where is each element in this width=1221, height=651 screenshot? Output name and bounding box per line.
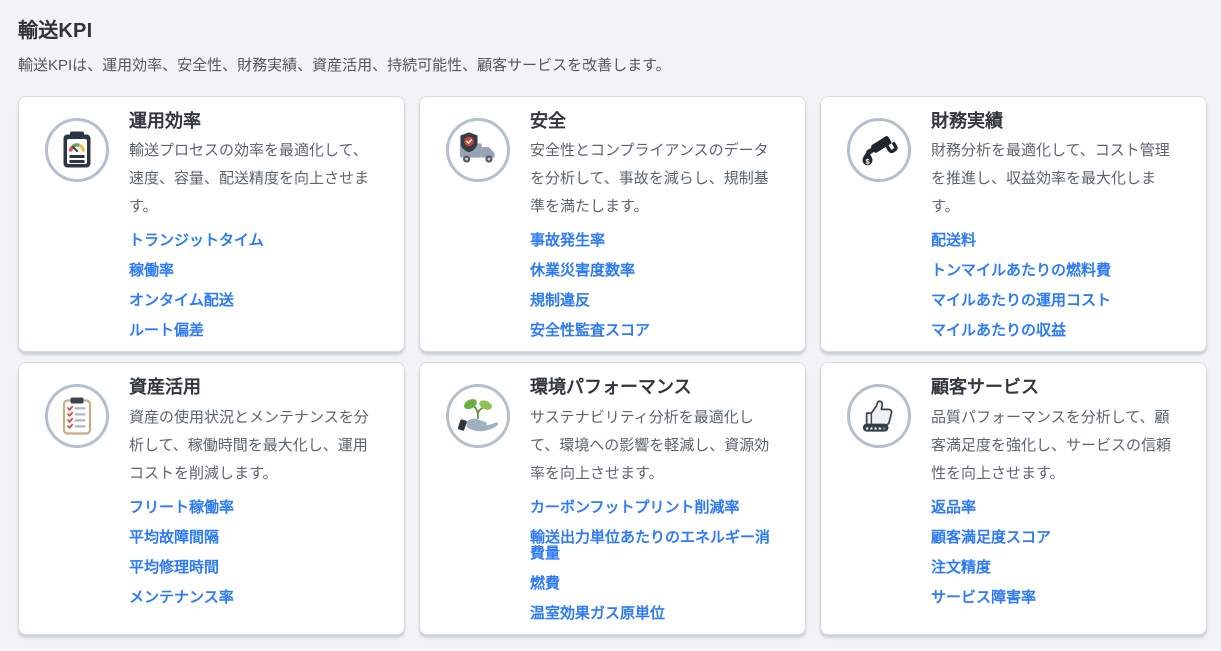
card-title: 財務実績 <box>931 110 1182 133</box>
page-title: 輸送KPI <box>18 14 1207 43</box>
kpi-link-list: 事故発生率 休業災害度数率 規制違反 安全性監査スコア <box>530 233 781 339</box>
checklist-clipboard-icon <box>45 384 109 448</box>
kpi-link-mean-time-to-repair[interactable]: 平均修理時間 <box>129 560 380 576</box>
kpi-card-operational-efficiency: 運用効率 輸送プロセスの効率を最適化して、速度、容量、配送精度を向上させます。 … <box>18 96 405 352</box>
kpi-link-fleet-utilization-rate[interactable]: フリート稼働率 <box>129 500 380 516</box>
kpi-link-customer-satisfaction-score[interactable]: 顧客満足度スコア <box>931 530 1182 546</box>
kpi-link-mean-time-between-failures[interactable]: 平均故障間隔 <box>129 530 380 546</box>
card-description: 安全性とコンプライアンスのデータを分析して、事故を減らし、規制基準を満たします。 <box>530 137 781 221</box>
kpi-link-return-rate[interactable]: 返品率 <box>931 500 1182 516</box>
card-title: 資産活用 <box>129 376 380 399</box>
kpi-link-on-time-delivery[interactable]: オンタイム配送 <box>129 293 380 309</box>
kpi-card-customer-service: ★★★★★ 顧客サービス 品質パフォーマンスを分析して、顧客満足度を強化し、サー… <box>820 362 1207 634</box>
kpi-link-accident-rate[interactable]: 事故発生率 <box>530 233 781 249</box>
card-title: 環境パフォーマンス <box>530 376 781 399</box>
kpi-link-maintenance-rate[interactable]: メンテナンス率 <box>129 590 380 606</box>
kpi-card-safety: 安全 安全性とコンプライアンスのデータを分析して、事故を減らし、規制基準を満たし… <box>419 96 806 352</box>
kpi-link-delivery-cost[interactable]: 配送料 <box>931 233 1182 249</box>
shield-truck-icon <box>446 118 510 182</box>
card-description: 品質パフォーマンスを分析して、顧客満足度を強化し、サービスの信頼性を向上させます… <box>931 404 1182 488</box>
card-description: サステナビリティ分析を最適化して、環境への影響を軽減し、資源効率を向上させます。 <box>530 404 781 488</box>
transport-kpi-page: 輸送KPI 輸送KPIは、運用効率、安全性、財務実績、資産活用、持続可能性、顧客… <box>0 0 1221 635</box>
kpi-link-energy-consumption-per-transport-output[interactable]: 輸送出力単位あたりのエネルギー消費量 <box>530 530 781 562</box>
kpi-card-grid: 運用効率 輸送プロセスの効率を最適化して、速度、容量、配送精度を向上させます。 … <box>18 96 1207 635</box>
kpi-link-regulatory-violations[interactable]: 規制違反 <box>530 293 781 309</box>
svg-text:★★★★★: ★★★★★ <box>865 426 886 432</box>
kpi-link-transit-time[interactable]: トランジットタイム <box>129 233 380 249</box>
kpi-link-fuel-cost-per-ton-mile[interactable]: トンマイルあたりの燃料費 <box>931 263 1182 279</box>
kpi-link-list: フリート稼働率 平均故障間隔 平均修理時間 メンテナンス率 <box>129 500 380 606</box>
kpi-link-lost-time-injury-frequency-rate[interactable]: 休業災害度数率 <box>530 263 781 279</box>
kpi-link-fuel-consumption[interactable]: 燃費 <box>530 576 781 592</box>
card-title: 安全 <box>530 110 781 133</box>
kpi-link-carbon-footprint-reduction-rate[interactable]: カーボンフットプリント削減率 <box>530 500 781 516</box>
kpi-link-list: トランジットタイム 稼働率 オンタイム配送 ルート偏差 <box>129 233 380 339</box>
kpi-link-revenue-per-mile[interactable]: マイルあたりの収益 <box>931 323 1182 339</box>
card-description: 輸送プロセスの効率を最適化して、速度、容量、配送精度を向上させます。 <box>129 137 380 221</box>
card-title: 運用効率 <box>129 110 380 133</box>
kpi-link-list: 配送料 トンマイルあたりの燃料費 マイルあたりの運用コスト マイルあたりの収益 <box>931 233 1182 339</box>
kpi-card-environmental-performance: 環境パフォーマンス サステナビリティ分析を最適化して、環境への影響を軽減し、資源… <box>419 362 806 634</box>
fuel-nozzle-icon: $ <box>847 118 911 182</box>
kpi-link-list: 返品率 顧客満足度スコア 注文精度 サービス障害率 <box>931 500 1182 606</box>
card-description: 財務分析を最適化して、コスト管理を推進し、収益効率を最大化します。 <box>931 137 1182 221</box>
kpi-link-ghg-intensity[interactable]: 温室効果ガス原単位 <box>530 606 781 622</box>
kpi-card-financial-performance: $ 財務実績 財務分析を最適化して、コスト管理を推進し、収益効率を最大化します。… <box>820 96 1207 352</box>
kpi-link-list: カーボンフットプリント削減率 輸送出力単位あたりのエネルギー消費量 燃費 温室効… <box>530 500 781 622</box>
kpi-link-utilization-rate[interactable]: 稼働率 <box>129 263 380 279</box>
card-title: 顧客サービス <box>931 376 1182 399</box>
eco-hand-icon <box>446 384 510 448</box>
kpi-link-service-failure-rate[interactable]: サービス障害率 <box>931 590 1182 606</box>
gauge-clipboard-icon <box>45 118 109 182</box>
kpi-link-operating-cost-per-mile[interactable]: マイルあたりの運用コスト <box>931 293 1182 309</box>
kpi-card-asset-utilization: 資産活用 資産の使用状況とメンテナンスを分析して、稼働時間を最大化し、運用コスト… <box>18 362 405 634</box>
card-description: 資産の使用状況とメンテナンスを分析して、稼働時間を最大化し、運用コストを削減しま… <box>129 404 380 488</box>
kpi-link-order-accuracy[interactable]: 注文精度 <box>931 560 1182 576</box>
page-subtitle: 輸送KPIは、運用効率、安全性、財務実績、資産活用、持続可能性、顧客サービスを改… <box>18 54 1207 75</box>
kpi-link-route-deviation[interactable]: ルート偏差 <box>129 323 380 339</box>
kpi-link-safety-audit-score[interactable]: 安全性監査スコア <box>530 323 781 339</box>
thumbs-up-stars-icon: ★★★★★ <box>847 384 911 448</box>
